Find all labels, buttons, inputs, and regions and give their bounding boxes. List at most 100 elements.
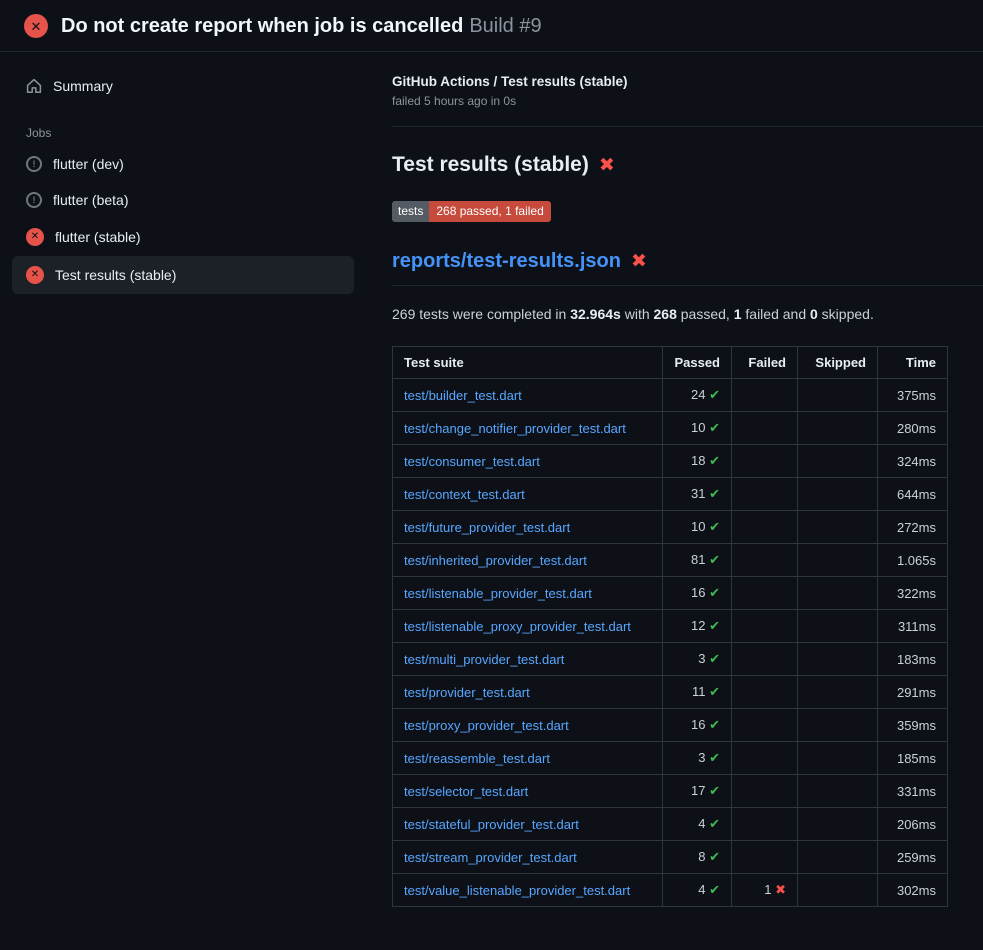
- table-row: test/provider_test.dart 11 ✔ 291ms: [393, 676, 948, 709]
- check-icon: ✔: [709, 585, 720, 600]
- table-row: test/stream_provider_test.dart8 ✔259ms: [393, 841, 948, 874]
- column-header: Failed: [732, 347, 798, 379]
- suite-link[interactable]: test/builder_test.dart: [404, 388, 522, 403]
- summary-failed-count: 1: [734, 306, 742, 322]
- sidebar-item-flutter-dev[interactable]: !flutter (dev): [12, 146, 354, 182]
- time-cell: 183ms: [878, 643, 948, 676]
- passed-cell-count: 10: [691, 420, 709, 435]
- skipped-cell: [798, 478, 878, 511]
- suite-link[interactable]: test/inherited_provider_test.dart: [404, 553, 587, 568]
- suite-cell: test/future_provider_test.dart: [393, 511, 663, 544]
- passed-cell: 8 ✔: [663, 841, 732, 874]
- suite-link[interactable]: test/selector_test.dart: [404, 784, 528, 799]
- check-icon: ✔: [709, 519, 720, 534]
- table-row: test/value_listenable_provider_test.dart…: [393, 874, 948, 907]
- section-title: Test results (stable) ✖: [392, 153, 951, 177]
- suite-cell: test/reassemble_test.dart: [393, 742, 663, 775]
- passed-cell: 10 ✔: [663, 412, 732, 445]
- table-header-row: Test suitePassedFailedSkippedTime: [393, 347, 948, 379]
- time-cell: 322ms: [878, 577, 948, 610]
- column-header: Time: [878, 347, 948, 379]
- passed-cell: 17 ✔: [663, 775, 732, 808]
- passed-cell-count: 4: [698, 882, 709, 897]
- sidebar-item-flutter-beta[interactable]: !flutter (beta): [12, 182, 354, 218]
- table-row: test/context_test.dart31 ✔644ms: [393, 478, 948, 511]
- skipped-cell: [798, 511, 878, 544]
- suite-link[interactable]: test/multi_provider_test.dart: [404, 652, 564, 667]
- passed-cell-count: 11: [692, 684, 709, 699]
- table-row: test/proxy_provider_test.dart 16 ✔ 359ms: [393, 709, 948, 742]
- skipped-cell: [798, 445, 878, 478]
- failed-cell: [732, 610, 798, 643]
- failed-cell: [732, 511, 798, 544]
- passed-cell-count: 8: [698, 849, 709, 864]
- table-row: test/stateful_provider_test.dart4 ✔206ms: [393, 808, 948, 841]
- passed-cell: 11 ✔: [663, 676, 732, 709]
- suite-cell: test/stream_provider_test.dart: [393, 841, 663, 874]
- home-icon: [26, 78, 42, 94]
- failed-cell: [732, 709, 798, 742]
- suite-link[interactable]: test/value_listenable_provider_test.dart: [404, 883, 630, 898]
- suite-link[interactable]: test/context_test.dart: [404, 487, 525, 502]
- sidebar-item-label: flutter (dev): [53, 156, 124, 172]
- failed-cell-count: 1: [764, 882, 775, 897]
- table-row: test/listenable_proxy_provider_test.dart…: [393, 610, 948, 643]
- summary-passed-count: 268: [654, 306, 677, 322]
- passed-cell-count: 16: [691, 717, 709, 732]
- suite-link[interactable]: test/future_provider_test.dart: [404, 520, 570, 535]
- time-cell: 291ms: [878, 676, 948, 709]
- suite-cell: test/builder_test.dart: [393, 379, 663, 412]
- check-icon: ✔: [709, 849, 720, 864]
- passed-cell: 16 ✔: [663, 577, 732, 610]
- run-status: failed 5 hours ago in 0s: [392, 94, 951, 108]
- summary-text: skipped.: [818, 306, 874, 322]
- suite-link[interactable]: test/reassemble_test.dart: [404, 751, 550, 766]
- table-row: test/inherited_provider_test.dart81 ✔1.0…: [393, 544, 948, 577]
- skipped-cell: [798, 643, 878, 676]
- check-icon: ✔: [709, 783, 720, 798]
- suite-link[interactable]: test/proxy_provider_test.dart: [404, 718, 569, 733]
- summary-text: failed and: [742, 306, 811, 322]
- failed-x-icon: ✖: [599, 154, 615, 177]
- header-divider: [392, 126, 983, 127]
- suite-link[interactable]: test/stateful_provider_test.dart: [404, 817, 579, 832]
- suite-link[interactable]: test/listenable_proxy_provider_test.dart: [404, 619, 631, 634]
- suite-link[interactable]: test/change_notifier_provider_test.dart: [404, 421, 626, 436]
- table-row: test/consumer_test.dart18 ✔324ms: [393, 445, 948, 478]
- skipped-cell: [798, 577, 878, 610]
- failed-status-icon: ✕: [24, 14, 48, 38]
- suite-cell: test/inherited_provider_test.dart: [393, 544, 663, 577]
- suite-link[interactable]: test/provider_test.dart: [404, 685, 530, 700]
- suite-link[interactable]: test/stream_provider_test.dart: [404, 850, 577, 865]
- check-icon: ✔: [709, 387, 720, 402]
- passed-cell: 18 ✔: [663, 445, 732, 478]
- summary-line: 269 tests were completed in 32.964s with…: [392, 306, 951, 322]
- column-header: Skipped: [798, 347, 878, 379]
- sidebar-item-summary[interactable]: Summary: [12, 68, 354, 104]
- breadcrumb: GitHub Actions / Test results (stable): [392, 74, 951, 89]
- sidebar-item-flutter-stable[interactable]: ✕flutter (stable): [12, 218, 354, 256]
- check-icon: ✔: [709, 717, 720, 732]
- suite-cell: test/stateful_provider_test.dart: [393, 808, 663, 841]
- suite-link[interactable]: test/listenable_provider_test.dart: [404, 586, 592, 601]
- failed-cell: [732, 577, 798, 610]
- time-cell: 302ms: [878, 874, 948, 907]
- table-row: test/selector_test.dart 17 ✔ 331ms: [393, 775, 948, 808]
- check-icon: ✔: [709, 486, 720, 501]
- suite-cell: test/selector_test.dart: [393, 775, 663, 808]
- time-cell: 359ms: [878, 709, 948, 742]
- jobs-heading: Jobs: [26, 126, 354, 140]
- time-cell: 375ms: [878, 379, 948, 412]
- report-link[interactable]: reports/test-results.json: [392, 250, 621, 273]
- check-icon: ✔: [709, 618, 720, 633]
- skipped-cell: [798, 412, 878, 445]
- failed-cell: [732, 841, 798, 874]
- column-header: Passed: [663, 347, 732, 379]
- time-cell: 331ms: [878, 775, 948, 808]
- suite-link[interactable]: test/consumer_test.dart: [404, 454, 540, 469]
- sidebar-item-test-results-stable[interactable]: ✕Test results (stable): [12, 256, 354, 294]
- passed-cell: 16 ✔: [663, 709, 732, 742]
- tests-badge: tests 268 passed, 1 failed: [392, 201, 551, 222]
- passed-cell: 3 ✔: [663, 643, 732, 676]
- build-header: ✕ Do not create report when job is cance…: [0, 0, 983, 52]
